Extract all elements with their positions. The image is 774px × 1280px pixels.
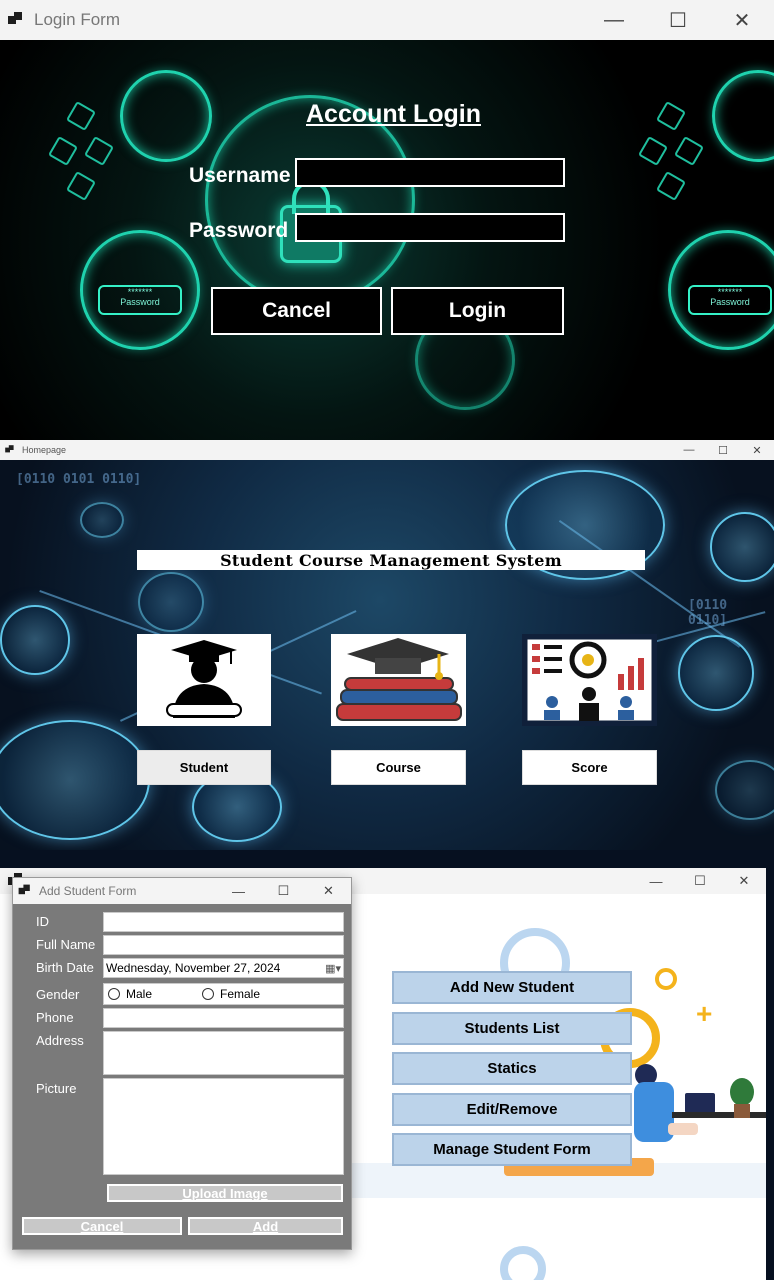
password-badge: ******* Password [688,285,772,315]
app-icon [18,884,32,898]
maximize-button[interactable]: ☐ [261,878,306,904]
calendar-dropdown-icon[interactable]: ▦▾ [325,962,341,975]
homepage-background: [0110 0101 0110] [0110 0110] Student Cou… [0,460,774,850]
window-title: Homepage [22,445,67,455]
login-background: ******* Password ******* Password Account … [0,40,774,440]
score-tile-image[interactable] [522,634,657,726]
window-title: Add Student Form [39,884,137,898]
atom-orb-icon [678,635,754,711]
graduate-icon [166,640,242,718]
add-new-student-button[interactable]: Add New Student [392,971,632,1004]
minimize-button[interactable]: — [216,878,261,904]
laptop-icon [685,1093,715,1113]
phone-label: Phone [36,1010,74,1025]
birth-date-value: Wednesday, November 27, 2024 [106,961,281,975]
hexagon-icon [65,100,97,132]
gender-group: Male Female [103,983,344,1005]
login-titlebar: Login Form — ☐ ✕ [0,0,774,40]
fingerprint-icon [120,70,212,162]
full-name-field[interactable] [103,935,344,955]
id-field[interactable] [103,912,344,932]
orb [138,572,204,632]
gender-label: Gender [36,987,80,1002]
hexagon-icon [655,170,687,202]
score-button[interactable]: Score [522,750,657,785]
phone-field[interactable] [103,1008,344,1028]
course-tile-image[interactable] [331,634,466,726]
desk [672,1112,766,1118]
decorative-circle [500,1246,546,1280]
app-icon [8,12,24,28]
students-list-button[interactable]: Students List [392,1012,632,1045]
id-label: ID [36,914,49,929]
password-label: Password [189,219,289,242]
cancel-button[interactable]: Cancel [211,287,382,335]
add-button[interactable]: Add [188,1217,343,1235]
app-icon [5,445,15,455]
gear-icon [655,968,677,990]
window-title: Login Form [34,10,120,29]
login-button[interactable]: Login [391,287,564,335]
edit-remove-button[interactable]: Edit/Remove [392,1093,632,1126]
book-orb-icon [0,720,150,840]
statics-button[interactable]: Statics [392,1052,632,1085]
hexagon-icon [655,100,687,132]
lightbulb-orb-icon [710,512,774,582]
picture-label: Picture [36,1081,77,1096]
person-legs [668,1123,698,1135]
minimize-button[interactable]: — [582,0,646,40]
homepage-titlebar: Homepage — ☐ ✕ [0,440,774,460]
minimize-button[interactable]: — [634,868,678,894]
upload-image-button[interactable]: Upload Image [107,1184,343,1202]
binary-text: [0110 0101 0110] [16,472,142,487]
presentation-gear-icon [524,636,655,724]
hexagon-icon [83,135,115,167]
username-input[interactable] [295,158,565,187]
cancel-button[interactable]: Cancel [22,1217,182,1235]
hexagon-icon [65,170,97,202]
radio-circle-icon [202,988,214,1000]
books-mortarboard-icon [336,638,462,721]
full-name-label: Full Name [36,937,96,952]
manage-student-form-button[interactable]: Manage Student Form [392,1133,632,1166]
birth-date-picker[interactable]: Wednesday, November 27, 2024 ▦▾ [103,958,344,978]
plant-pot [734,1104,750,1118]
student-tile-image[interactable] [137,634,271,726]
address-label: Address [36,1033,84,1048]
orb [80,502,124,538]
add-student-titlebar: Add Student Form — ☐ ✕ [13,878,351,904]
student-button[interactable]: Student [137,750,271,785]
hexagon-icon [47,135,79,167]
address-field[interactable] [103,1031,344,1075]
maximize-button[interactable]: ☐ [706,440,740,460]
hexagon-icon [637,135,669,167]
plant-icon [730,1078,754,1106]
password-badge: ******* Password [98,285,182,315]
plus-icon: + [696,998,713,1029]
course-button[interactable]: Course [331,750,466,785]
password-input[interactable] [295,213,565,242]
picture-box [103,1078,344,1175]
male-radio[interactable]: Male [108,987,152,1001]
login-window: Login Form — ☐ ✕ ******* Password *******… [0,0,774,440]
homepage-window: Homepage — ☐ ✕ [0110 0101 0110] [0110 01… [0,440,774,850]
close-button[interactable]: ✕ [710,0,774,40]
username-label: Username [189,164,291,187]
hexagon-icon [673,135,705,167]
birth-date-label: Birth Date [36,960,94,975]
login-heading: Account Login [306,100,481,128]
female-radio[interactable]: Female [202,987,260,1001]
radio-circle-icon [108,988,120,1000]
add-student-form-window: Add Student Form — ☐ ✕ ID Full Name Birt… [12,877,352,1250]
maximize-button[interactable]: ☐ [678,868,722,894]
close-button[interactable]: ✕ [722,868,766,894]
close-button[interactable]: ✕ [740,440,774,460]
orb [715,760,774,820]
fingerprint-icon [712,70,774,162]
minimize-button[interactable]: — [672,440,706,460]
maximize-button[interactable]: ☐ [646,0,710,40]
globe-orb-icon [0,605,70,675]
close-button[interactable]: ✕ [306,878,351,904]
system-title: Student Course Management System [137,550,645,570]
